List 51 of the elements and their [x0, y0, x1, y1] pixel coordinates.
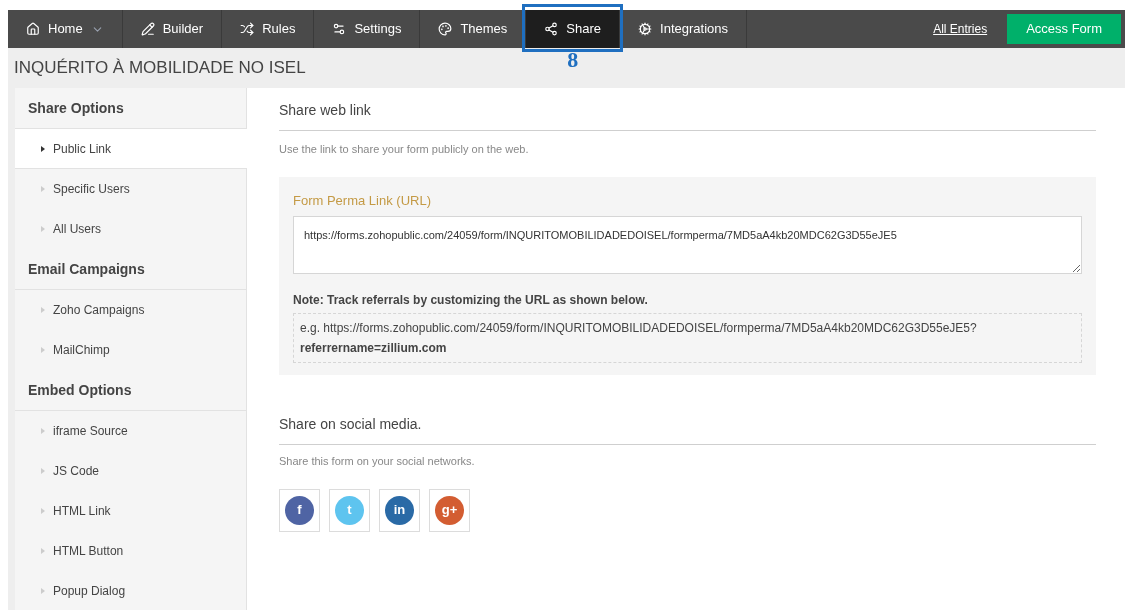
- sidebar-item[interactable]: Public Link: [15, 129, 248, 169]
- sidebar-heading: Embed Options: [28, 380, 132, 400]
- sidebar-item[interactable]: HTML Link: [15, 491, 246, 531]
- social-share-button[interactable]: f: [279, 488, 320, 532]
- themes-icon: [438, 22, 453, 36]
- field-label: Form Perma Link (URL): [293, 191, 432, 210]
- caret-icon: [41, 428, 45, 434]
- caret-icon: [41, 307, 45, 313]
- section-title: Share web link: [279, 100, 1096, 131]
- example-url: e.g. https://forms.zohopublic.com/24059/form/INQURITOMOBILIDADEDOISEL/formperma/7MD5aA4kb20MDC62G3D55eJE5? referrername=zillium.com: [293, 313, 1082, 363]
- social-share-button[interactable]: g+: [429, 488, 470, 532]
- step-number: 8: [567, 46, 579, 74]
- caret-icon: [41, 588, 45, 594]
- settings-icon: [332, 22, 347, 36]
- sidebar-item[interactable]: HTML Button: [15, 531, 246, 571]
- sidebar-item[interactable]: iframe Source: [15, 411, 246, 451]
- caret-icon: [41, 508, 45, 514]
- nav-tab[interactable]: Rules: [222, 10, 314, 48]
- nav-tab[interactable]: Settings: [314, 10, 420, 48]
- sidebar-item[interactable]: JS Code: [15, 451, 246, 491]
- integrations-icon: [638, 22, 653, 36]
- section-description: Share this form on your social networks.: [279, 454, 476, 469]
- form-title: INQUÉRITO À MOBILIDADE NO ISEL: [14, 57, 306, 80]
- note-text: Note: Track referrals by customizing the URL as shown below.: [293, 292, 649, 309]
- nav-tab[interactable]: Integrations: [620, 10, 746, 48]
- caret-icon: [41, 468, 45, 474]
- url-field[interactable]: https://forms.zohopublic.com/24059/form/INQURITOMOBILIDADEDOISEL/formperma/7MD5aA4kb20MDC62G3D55eJE5: [293, 216, 1082, 274]
- caret-icon: [41, 226, 45, 232]
- caret-icon: [41, 548, 45, 554]
- social-share-button[interactable]: in: [379, 488, 420, 532]
- share-icon: [544, 22, 559, 36]
- nav-tab[interactable]: Builder: [122, 10, 222, 48]
- nav-tab[interactable]: Themes: [420, 10, 526, 48]
- sidebar-item[interactable]: All Users: [15, 209, 246, 249]
- caret-icon: [41, 347, 45, 353]
- nav-tab[interactable]: Share: [526, 10, 620, 48]
- caret-icon: [41, 186, 45, 192]
- builder-icon: [140, 22, 155, 36]
- sidebar-item[interactable]: Specific Users: [15, 169, 246, 209]
- sidebar-item[interactable]: MailChimp: [15, 330, 246, 370]
- nav-tab[interactable]: Home: [8, 10, 122, 48]
- all-entries-link[interactable]: All Entries: [933, 20, 988, 38]
- caret-icon: [41, 145, 45, 152]
- home-icon: [26, 22, 40, 36]
- sidebar-heading: Share Options: [28, 98, 124, 118]
- sidebar-item[interactable]: Popup Dialog: [15, 571, 246, 610]
- sidebar-heading: Email Campaigns: [28, 259, 145, 279]
- sidebar-item[interactable]: Zoho Campaigns: [15, 290, 246, 330]
- section-description: Use the link to share your form publicly on the web.: [279, 142, 530, 157]
- rules-icon: [240, 22, 255, 36]
- section-title: Share on social media.: [279, 414, 1096, 445]
